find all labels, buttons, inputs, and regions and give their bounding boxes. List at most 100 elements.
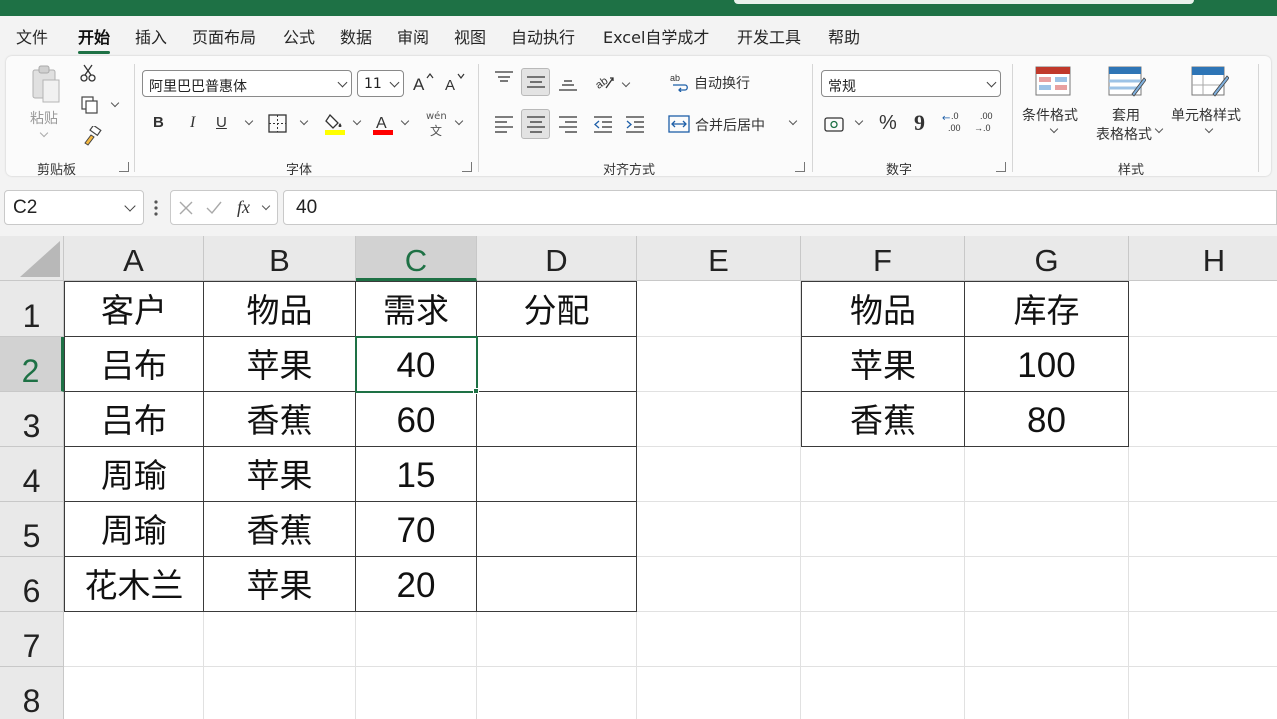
tab-excel-learn[interactable]: Excel自学成才 — [603, 24, 709, 48]
phonetic-button[interactable]: wén — [426, 111, 447, 122]
align-top-icon[interactable] — [494, 70, 514, 90]
table-cell[interactable] — [477, 392, 637, 447]
row-header-3[interactable]: 3 — [0, 392, 64, 447]
format-as-table-icon[interactable] — [1108, 66, 1147, 98]
table-cell[interactable]: 花木兰 — [64, 557, 204, 612]
accounting-dropdown-icon[interactable] — [854, 116, 864, 126]
number-launcher-icon[interactable] — [996, 162, 1006, 172]
formula-dropdown-icon[interactable] — [261, 201, 271, 211]
phonetic-dropdown-icon[interactable] — [454, 116, 464, 126]
tab-file[interactable]: 文件 — [16, 24, 48, 48]
table-cell[interactable]: 香蕉 — [204, 392, 356, 447]
cell[interactable] — [965, 557, 1129, 612]
tab-home[interactable]: 开始 — [78, 24, 111, 54]
formula-input[interactable]: 40 — [283, 190, 1277, 225]
underline-button[interactable]: U — [216, 114, 227, 131]
cell[interactable] — [801, 502, 965, 557]
cancel-icon[interactable] — [178, 200, 194, 216]
table-cell[interactable] — [477, 447, 637, 502]
bold-button[interactable]: B — [153, 114, 164, 131]
decrease-decimal-icon[interactable]: .00 →.0 — [974, 111, 1004, 137]
tab-insert[interactable]: 插入 — [135, 24, 167, 48]
table-header-cell[interactable]: 客户 — [64, 281, 204, 337]
merge-center-icon[interactable] — [668, 114, 690, 134]
paste-icon[interactable] — [30, 64, 62, 106]
row-header-8[interactable]: 8 — [0, 667, 64, 719]
accounting-format-icon[interactable] — [824, 114, 846, 134]
cell[interactable] — [637, 447, 801, 502]
number-format-select[interactable]: 常规 — [821, 70, 1001, 97]
cell-styles-dropdown-icon[interactable] — [1204, 124, 1214, 134]
clipboard-launcher-icon[interactable] — [119, 162, 129, 172]
cell[interactable] — [64, 667, 204, 719]
alignment-launcher-icon[interactable] — [795, 162, 805, 172]
search-box[interactable] — [734, 0, 1194, 4]
table-cell[interactable]: 周瑜 — [64, 502, 204, 557]
cell[interactable] — [801, 447, 965, 502]
conditional-format-icon[interactable] — [1035, 66, 1071, 96]
row-header-5[interactable]: 5 — [0, 502, 64, 557]
row-header-2[interactable]: 2 — [0, 337, 64, 392]
cell[interactable] — [801, 667, 965, 719]
fill-handle[interactable] — [473, 388, 479, 394]
cell[interactable] — [965, 612, 1129, 667]
tab-automate[interactable]: 自动执行 — [511, 24, 575, 48]
tab-review[interactable]: 审阅 — [397, 24, 429, 48]
cell[interactable] — [1129, 337, 1277, 392]
select-all-button[interactable] — [0, 236, 64, 281]
cell[interactable] — [965, 667, 1129, 719]
format-as-table-dropdown-icon[interactable] — [1154, 124, 1164, 134]
cell-styles-icon[interactable] — [1191, 66, 1230, 98]
tab-developer[interactable]: 开发工具 — [737, 24, 801, 48]
cell[interactable] — [1129, 502, 1277, 557]
table-cell[interactable]: 吕布 — [64, 392, 204, 447]
more-options-icon[interactable] — [153, 198, 159, 218]
stock-cell[interactable]: 香蕉 — [801, 392, 965, 447]
underline-dropdown-icon[interactable] — [244, 116, 254, 126]
column-header-g[interactable]: G — [965, 236, 1129, 281]
cell[interactable] — [637, 667, 801, 719]
stock-header-cell[interactable]: 库存 — [965, 281, 1129, 337]
table-cell[interactable]: 香蕉 — [204, 502, 356, 557]
table-header-cell[interactable]: 物品 — [204, 281, 356, 337]
table-cell[interactable]: 苹果 — [204, 447, 356, 502]
stock-cell[interactable]: 80 — [965, 392, 1129, 447]
decrease-indent-icon[interactable] — [593, 114, 613, 134]
cell[interactable] — [1129, 392, 1277, 447]
copy-icon[interactable] — [80, 96, 100, 114]
cell[interactable] — [1129, 447, 1277, 502]
table-cell[interactable] — [477, 337, 637, 392]
increase-indent-icon[interactable] — [625, 114, 645, 134]
stock-cell[interactable]: 苹果 — [801, 337, 965, 392]
table-cell[interactable]: 苹果 — [204, 337, 356, 392]
row-header-7[interactable]: 7 — [0, 612, 64, 667]
align-middle-icon[interactable] — [526, 72, 546, 92]
cell[interactable] — [64, 612, 204, 667]
font-size-select[interactable]: 11 — [357, 70, 404, 97]
table-cell[interactable]: 苹果 — [204, 557, 356, 612]
table-cell[interactable]: 15 — [356, 447, 477, 502]
tab-page-layout[interactable]: 页面布局 — [192, 24, 256, 48]
row-header-4[interactable]: 4 — [0, 447, 64, 502]
column-header-b[interactable]: B — [204, 236, 356, 281]
wrap-text-button[interactable]: 自动换行 — [694, 73, 750, 93]
name-box[interactable]: C2 — [4, 190, 144, 225]
borders-dropdown-icon[interactable] — [299, 116, 309, 126]
cell[interactable] — [637, 337, 801, 392]
paste-button[interactable]: 粘贴 — [30, 108, 58, 128]
format-as-table-button[interactable]: 表格格式 — [1096, 124, 1152, 144]
insert-function-button[interactable]: fx — [237, 197, 250, 218]
cell[interactable] — [637, 612, 801, 667]
cell[interactable] — [204, 612, 356, 667]
table-cell[interactable] — [477, 502, 637, 557]
font-launcher-icon[interactable] — [462, 162, 472, 172]
table-cell[interactable]: 20 — [356, 557, 477, 612]
merge-center-button[interactable]: 合并后居中 — [695, 115, 765, 135]
wrap-text-icon[interactable]: ab — [670, 72, 690, 93]
table-cell[interactable]: 60 — [356, 392, 477, 447]
orientation-icon[interactable]: ab — [593, 70, 616, 92]
cell[interactable] — [801, 557, 965, 612]
cell[interactable] — [637, 392, 801, 447]
fill-color-dropdown-icon[interactable] — [352, 116, 362, 126]
table-cell[interactable]: 吕布 — [64, 337, 204, 392]
